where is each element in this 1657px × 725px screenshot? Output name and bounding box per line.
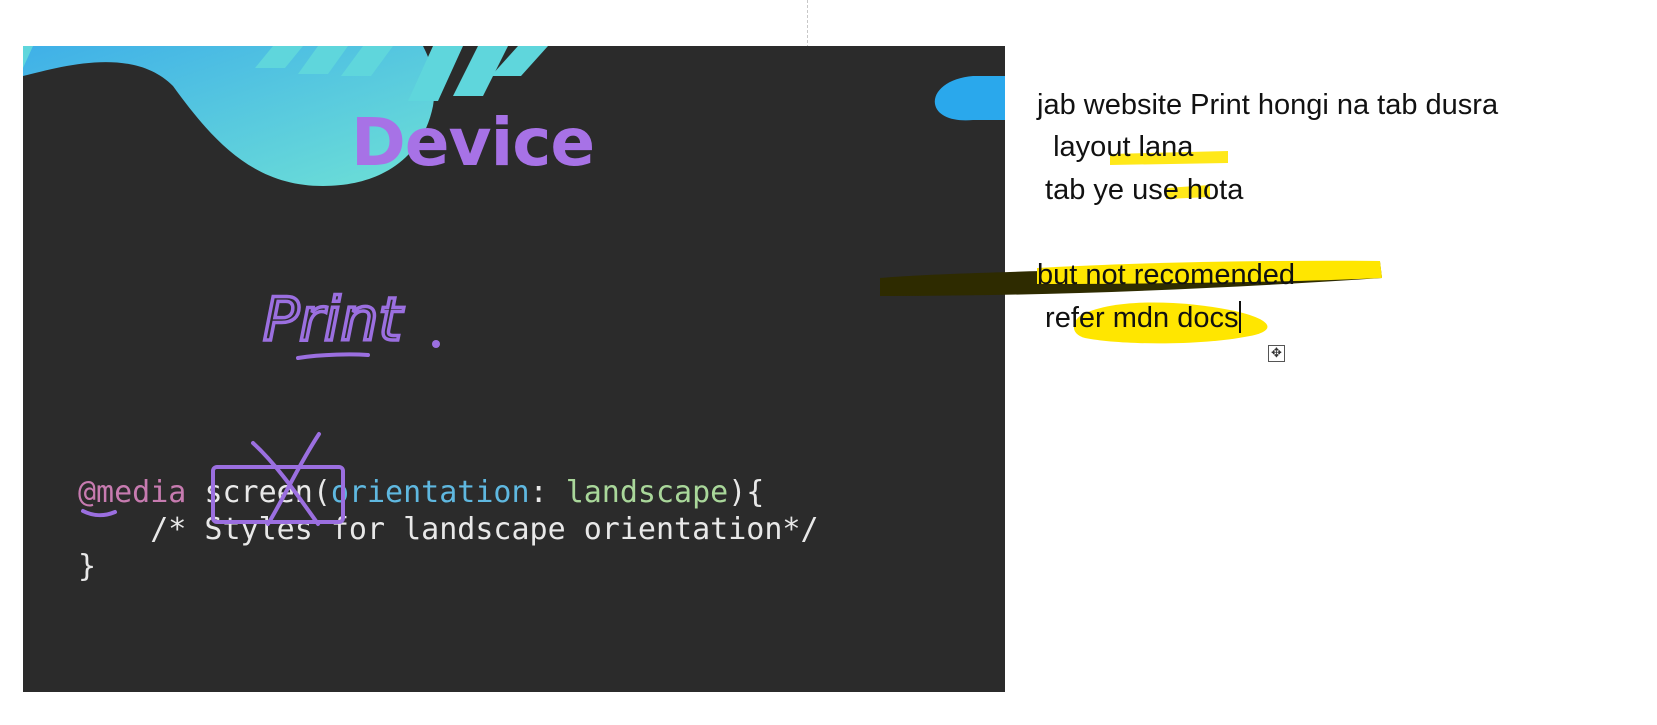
- code-close-brace: ){: [728, 475, 765, 510]
- text-caret: [1239, 301, 1242, 333]
- move-icon[interactable]: ✥: [1268, 345, 1285, 362]
- code-property: orientation: [330, 475, 530, 510]
- code-media-type: screen: [204, 475, 313, 510]
- note-line-1: jab website Print hongi na tab dusra: [1037, 89, 1499, 121]
- note-line-5: refer mdn docs: [1037, 301, 1242, 335]
- note-line-3: tab ye use hota: [1037, 174, 1244, 206]
- code-line-2: /* Styles for landscape orientation*/: [78, 512, 819, 547]
- page-break-divider: [807, 0, 808, 48]
- code-line-1: @media screen(orientation: landscape){: [78, 475, 764, 510]
- code-snippet: @media screen(orientation: landscape){ /…: [78, 474, 819, 585]
- note-line-4: but not recomended: [1037, 259, 1295, 291]
- code-colon: :: [529, 475, 566, 510]
- code-at-rule: @media: [78, 475, 187, 510]
- embedded-slide-image[interactable]: Device @media screen(orientation: landsc…: [23, 46, 1005, 692]
- code-open-paren: (: [312, 475, 331, 510]
- note-line-2: layout lana: [1037, 131, 1194, 163]
- note-line-5-text: refer mdn docs: [1037, 302, 1239, 334]
- code-line-3: }: [78, 549, 97, 584]
- slide-title: Device: [351, 104, 595, 181]
- code-value: landscape: [565, 475, 729, 510]
